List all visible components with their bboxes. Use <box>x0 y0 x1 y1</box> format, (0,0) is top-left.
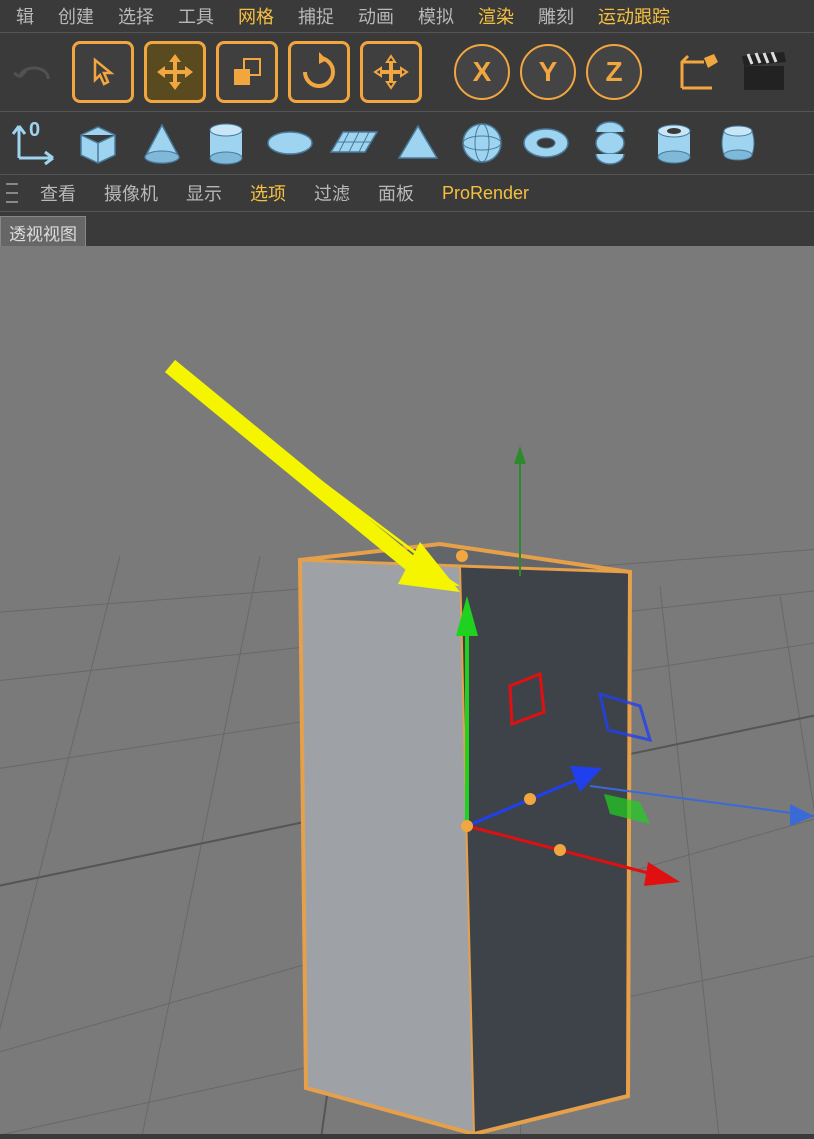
render-clapper-button[interactable] <box>736 44 792 100</box>
move-tool-button[interactable] <box>144 41 206 103</box>
viewport-menu-bar: 查看 摄像机 显示 选项 过滤 面板 ProRender <box>0 175 814 212</box>
main-menu-bar: 辑 创建 选择 工具 网格 捕捉 动画 模拟 渲染 雕刻 运动跟踪 <box>0 0 814 33</box>
y-axis-button[interactable]: Y <box>520 44 576 100</box>
scale-tool-button[interactable] <box>216 41 278 103</box>
menu-tracker[interactable]: 运动跟踪 <box>598 3 670 29</box>
undo-button[interactable] <box>6 44 62 100</box>
disc-primitive-button[interactable] <box>262 119 318 167</box>
rotate-tool-button[interactable] <box>288 41 350 103</box>
menu-simulate[interactable]: 模拟 <box>418 3 454 29</box>
menu-animate[interactable]: 动画 <box>358 3 394 29</box>
pyramid-primitive-button[interactable] <box>390 119 446 167</box>
menu-mesh[interactable]: 网格 <box>238 3 274 29</box>
sphere-primitive-button[interactable] <box>454 119 510 167</box>
z-axis-button[interactable]: Z <box>586 44 642 100</box>
menu-select[interactable]: 选择 <box>118 3 154 29</box>
vmenu-options[interactable]: 选项 <box>250 180 286 206</box>
primitives-toolbar: 0 <box>0 112 814 175</box>
viewport-scene <box>0 246 814 1134</box>
vmenu-display[interactable]: 显示 <box>186 180 222 206</box>
x-axis-button[interactable]: X <box>454 44 510 100</box>
menu-snap[interactable]: 捕捉 <box>298 3 334 29</box>
plane-primitive-button[interactable] <box>326 119 382 167</box>
main-toolbar: X Y Z <box>0 33 814 112</box>
vmenu-prorender[interactable]: ProRender <box>442 183 529 204</box>
viewport-drag-handle[interactable] <box>6 179 18 207</box>
menu-edit[interactable]: 辑 <box>16 3 34 29</box>
cube-primitive-button[interactable] <box>70 119 126 167</box>
transform-tool-button[interactable] <box>360 41 422 103</box>
capsule-primitive-button[interactable] <box>582 119 638 167</box>
viewport-label: 透视视图 <box>0 216 86 249</box>
tube-primitive-button[interactable] <box>646 119 702 167</box>
select-tool-button[interactable] <box>72 41 134 103</box>
menu-render[interactable]: 渲染 <box>478 3 514 29</box>
barrel-primitive-button[interactable] <box>710 119 766 167</box>
vmenu-panel[interactable]: 面板 <box>378 180 414 206</box>
coord-system-button[interactable] <box>670 44 726 100</box>
vmenu-view[interactable]: 查看 <box>40 180 76 206</box>
menu-tools[interactable]: 工具 <box>178 3 214 29</box>
coord-origin-button[interactable]: 0 <box>6 119 62 167</box>
viewport-3d[interactable] <box>0 246 814 1134</box>
cone-primitive-button[interactable] <box>134 119 190 167</box>
torus-primitive-button[interactable] <box>518 119 574 167</box>
menu-create[interactable]: 创建 <box>58 3 94 29</box>
svg-text:0: 0 <box>29 120 40 141</box>
menu-sculpt[interactable]: 雕刻 <box>538 3 574 29</box>
vmenu-cameras[interactable]: 摄像机 <box>104 180 158 206</box>
vmenu-filter[interactable]: 过滤 <box>314 180 350 206</box>
cylinder-primitive-button[interactable] <box>198 119 254 167</box>
